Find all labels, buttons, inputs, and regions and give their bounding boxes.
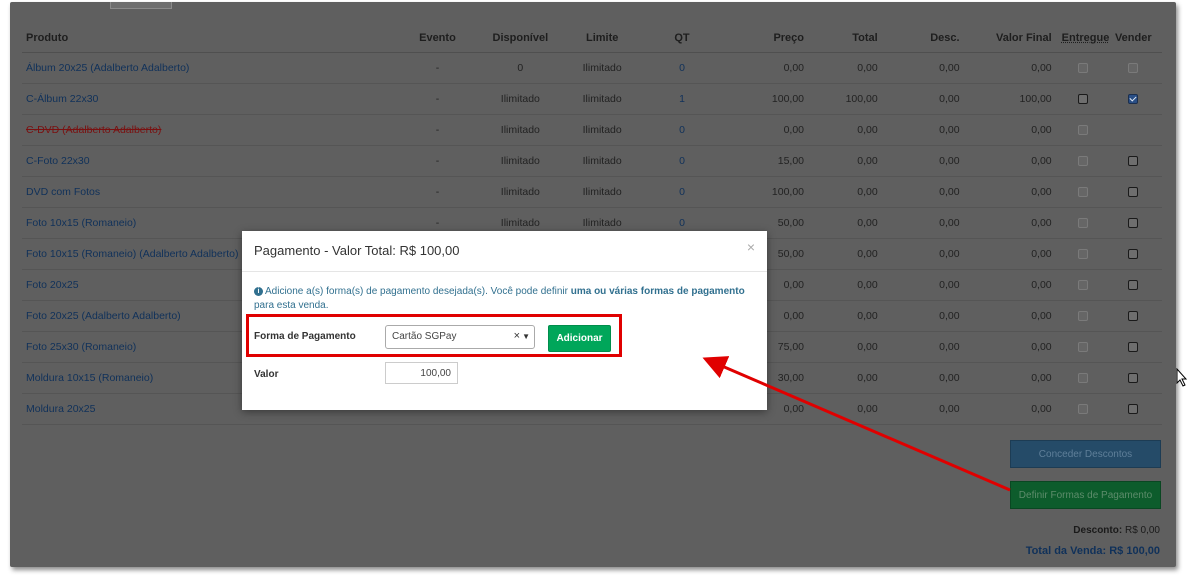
- arrow-line: [702, 356, 1011, 492]
- annotation-arrow: [702, 356, 1011, 492]
- mouse-cursor-icon: [1176, 368, 1188, 387]
